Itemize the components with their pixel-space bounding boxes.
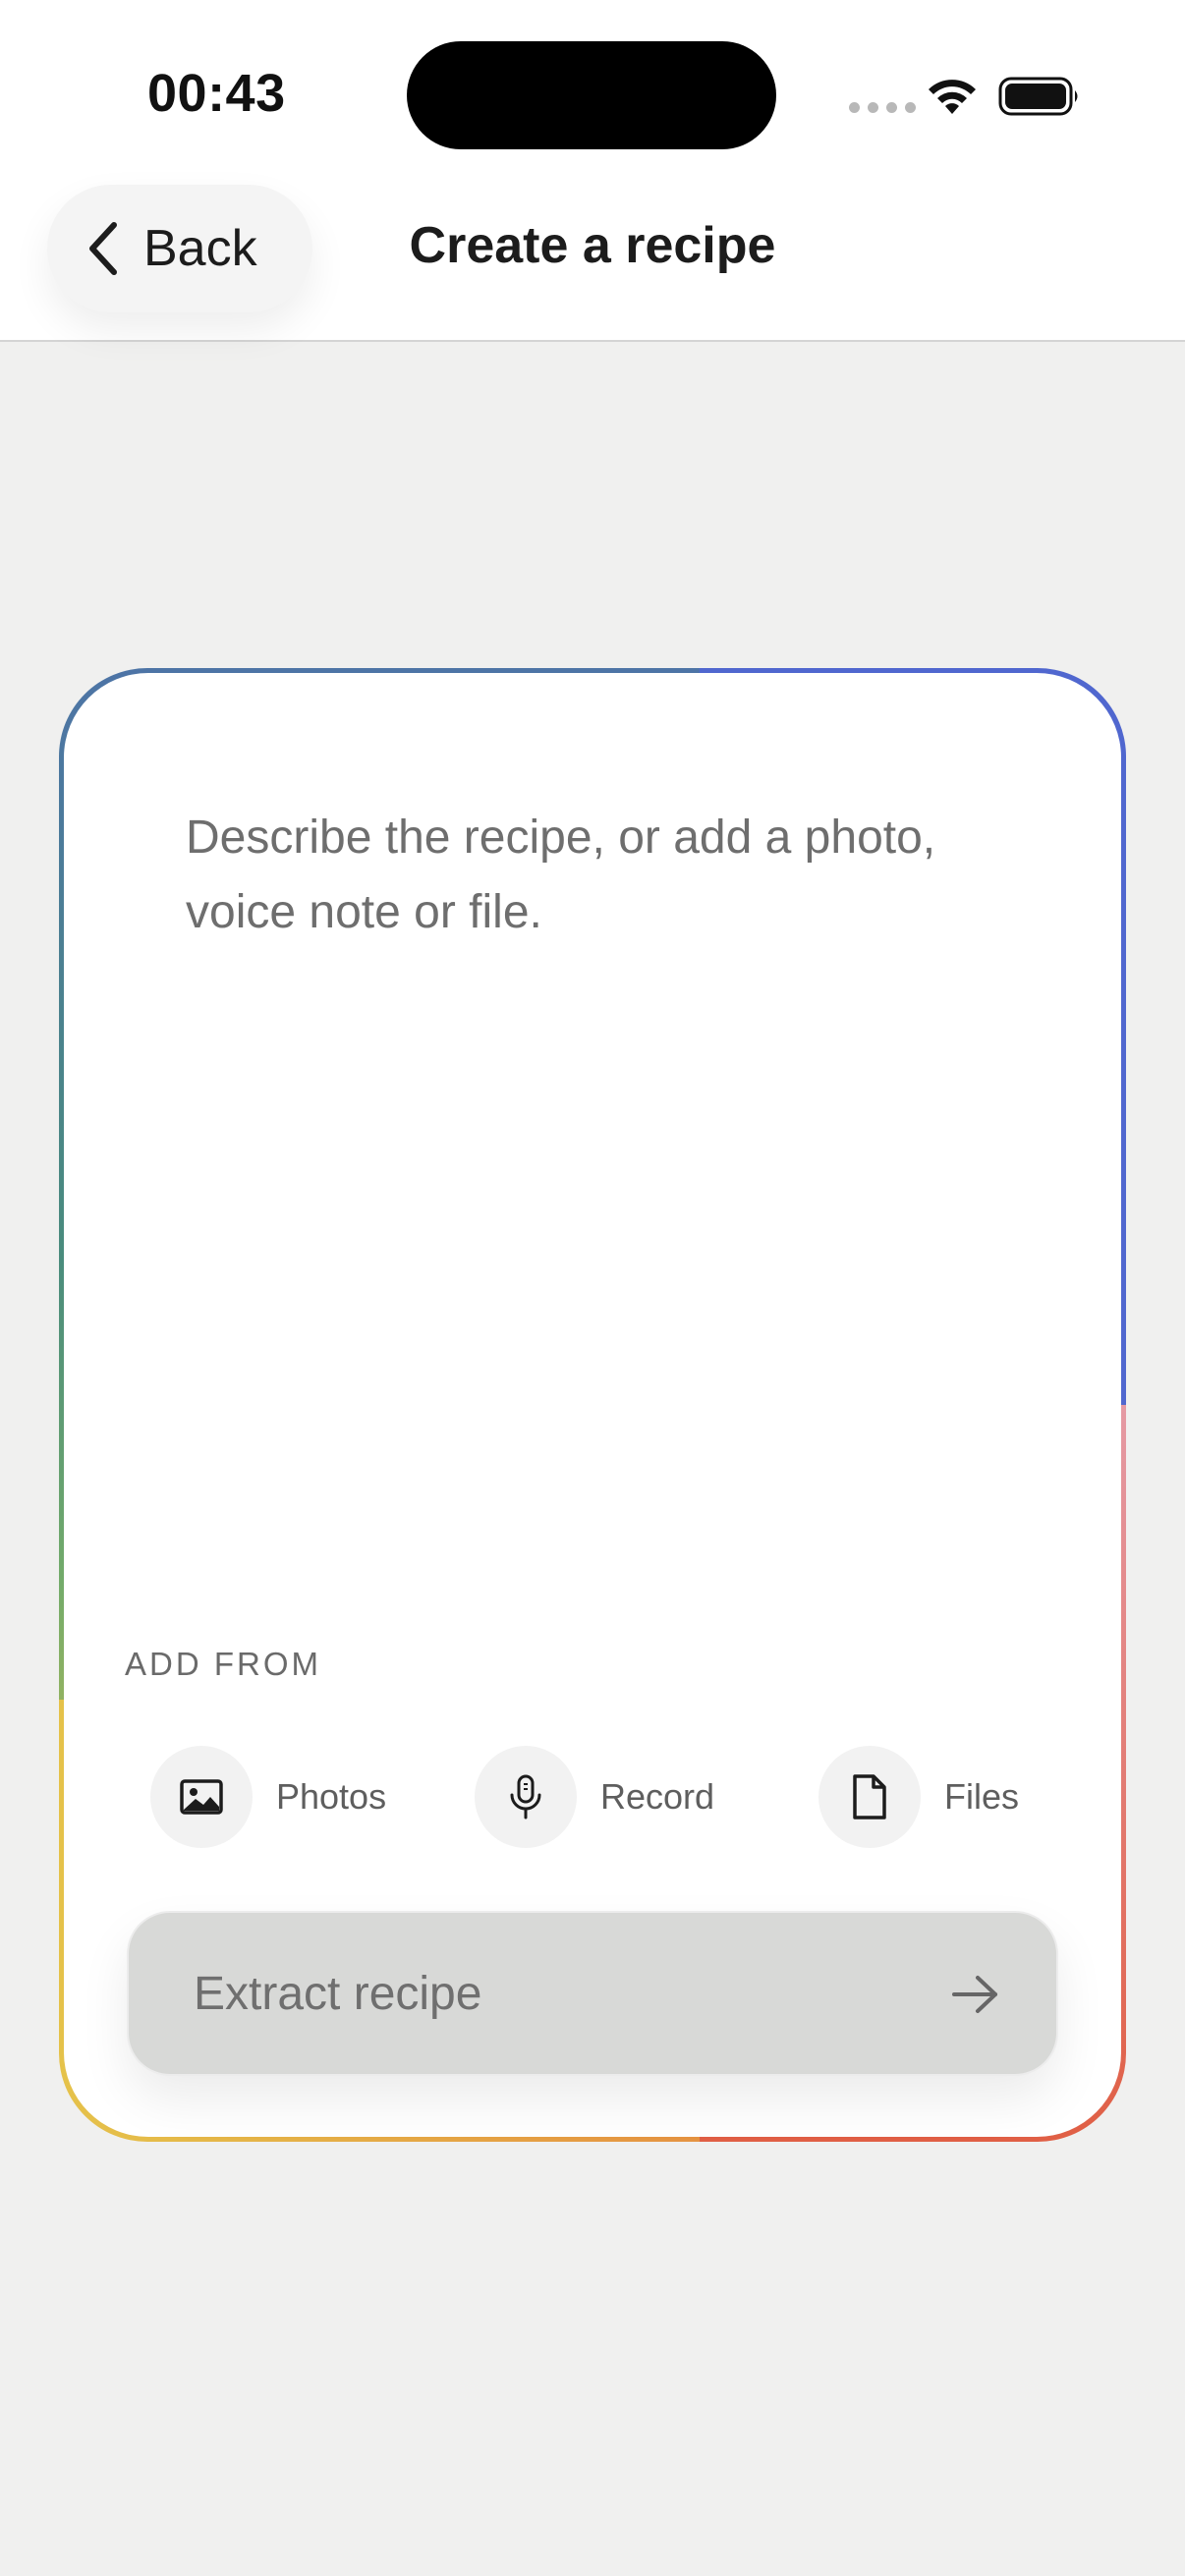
recipe-description-input[interactable]: Describe the recipe, or add a photo, voi… [186, 801, 1031, 950]
files-label: Files [944, 1776, 1020, 1817]
photos-label: Photos [276, 1776, 387, 1817]
microphone-icon [510, 1774, 541, 1820]
nav-bar: Create a recipe Back [0, 177, 1185, 342]
dynamic-island [407, 41, 776, 149]
status-time: 00:43 [147, 64, 286, 123]
create-recipe-screen: 00:43 Create a recipe Back Describe the … [0, 0, 1185, 2576]
recipe-input-card[interactable]: Describe the recipe, or add a photo, voi… [64, 673, 1121, 2137]
extract-recipe-label: Extract recipe [194, 1967, 482, 2020]
extract-recipe-button[interactable]: Extract recipe [127, 1911, 1058, 2076]
photo-icon [180, 1779, 223, 1815]
record-voice-button[interactable]: Record [475, 1746, 714, 1848]
add-from-label: ADD FROM [125, 1646, 321, 1682]
arrow-right-icon [952, 1976, 997, 2013]
battery-icon [998, 77, 1078, 116]
record-label: Record [600, 1776, 715, 1817]
back-label: Back [143, 220, 257, 277]
back-button[interactable]: Back [47, 185, 312, 312]
file-icon [853, 1774, 886, 1820]
wifi-icon [929, 80, 976, 114]
chevron-left-icon [89, 222, 117, 275]
add-photos-button[interactable]: Photos [150, 1746, 386, 1848]
status-bar: 00:43 [0, 0, 1185, 177]
add-file-button[interactable]: Files [818, 1746, 1019, 1848]
signal-dots-icon [849, 102, 916, 113]
recipe-input-card-border: Describe the recipe, or add a photo, voi… [59, 668, 1126, 2142]
